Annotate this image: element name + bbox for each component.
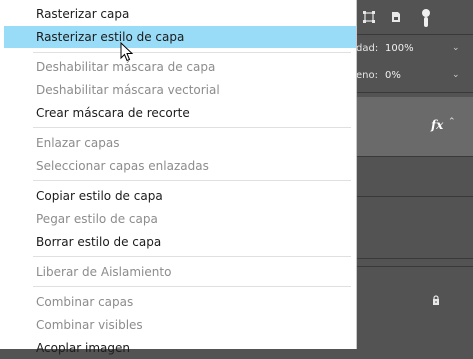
menu-item-liberar-aislamiento[interactable]: Liberar de Aislamiento	[0, 261, 356, 283]
menu-item-label: Borrar estilo de capa	[36, 235, 162, 249]
menu-item-pegar-estilo[interactable]: Pegar estilo de capa	[0, 208, 356, 230]
menu-item-label: Seleccionar capas enlazadas	[36, 159, 209, 173]
menu-item-label: Combinar capas	[36, 295, 134, 309]
panel-toolbar	[356, 0, 473, 34]
menu-item-label: Deshabilitar máscara vectorial	[36, 83, 220, 97]
fill-field[interactable]: 0% ⌄	[385, 66, 460, 84]
menu-item-borrar-estilo[interactable]: Borrar estilo de capa	[0, 231, 356, 253]
menu-item-rasterizar-estilo[interactable]: Rasterizar estilo de capa	[4, 26, 356, 48]
fill-value: 0%	[385, 70, 401, 81]
chevron-down-icon[interactable]: ⌄	[452, 43, 460, 53]
menu-item-label: Combinar visibles	[36, 318, 143, 332]
menu-item-combinar-visibles[interactable]: Combinar visibles	[0, 314, 356, 336]
context-menu: Rasterizar capa Rasterizar estilo de cap…	[0, 0, 357, 355]
menu-item-label: Copiar estilo de capa	[36, 189, 163, 203]
menu-item-deshabilitar-mascara-capa[interactable]: Deshabilitar máscara de capa	[0, 56, 356, 78]
opacity-row: dad: 100% ⌄	[356, 36, 473, 62]
chevron-down-icon[interactable]: ⌄	[452, 70, 460, 80]
menu-item-enlazar-capas[interactable]: Enlazar capas	[0, 132, 356, 154]
menu-item-seleccionar-capas-enlazadas[interactable]: Seleccionar capas enlazadas	[0, 155, 356, 177]
menu-item-label: Enlazar capas	[36, 136, 120, 150]
menu-item-crear-mascara-recorte[interactable]: Crear máscara de recorte	[0, 102, 356, 124]
menu-item-label: Crear máscara de recorte	[36, 106, 190, 120]
layers-panel: dad: 100% ⌄ eno: 0% ⌄ fx ⌃	[356, 0, 473, 349]
menu-item-combinar-capas[interactable]: Combinar capas	[0, 291, 356, 313]
menu-item-deshabilitar-mascara-vectorial[interactable]: Deshabilitar máscara vectorial	[0, 79, 356, 101]
fill-label: eno:	[356, 70, 378, 81]
menu-item-copiar-estilo[interactable]: Copiar estilo de capa	[0, 185, 356, 207]
opacity-label: dad:	[356, 43, 379, 54]
menu-item-label: Rasterizar estilo de capa	[36, 30, 185, 44]
fx-icon[interactable]: fx	[431, 118, 443, 132]
menu-item-rasterizar-capa[interactable]: Rasterizar capa	[0, 3, 356, 25]
lock-file-icon[interactable]	[390, 11, 402, 23]
menu-item-label: Liberar de Aislamiento	[36, 265, 172, 279]
toggle-icon[interactable]	[422, 9, 430, 27]
fill-row: eno: 0% ⌄	[356, 63, 473, 89]
opacity-value: 100%	[385, 43, 414, 54]
mouse-cursor-icon	[120, 42, 134, 62]
menu-item-label: Rasterizar capa	[36, 7, 130, 21]
menu-item-acoplar-imagen[interactable]: Acoplar imagen	[0, 337, 356, 359]
lock-icon	[431, 290, 441, 305]
transform-icon[interactable]	[363, 11, 375, 23]
menu-item-label: Acoplar imagen	[36, 341, 130, 355]
chevron-up-icon[interactable]: ⌃	[448, 117, 456, 127]
opacity-field[interactable]: 100% ⌄	[385, 39, 460, 57]
menu-item-label: Pegar estilo de capa	[36, 212, 158, 226]
